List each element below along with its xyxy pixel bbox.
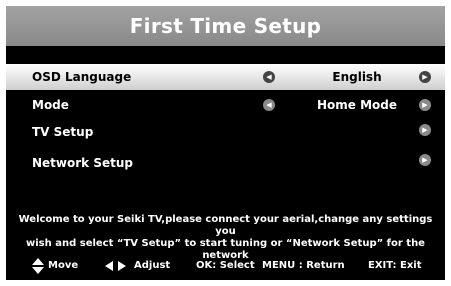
tv-screen: First Time Setup OSD Language ◀ English … (6, 6, 445, 280)
right-circle-arrow-icon[interactable]: ▶ (419, 71, 431, 83)
menu-return-hint: MENU : Return (262, 260, 345, 271)
move-hint: Move (48, 260, 79, 271)
menu-item-label: OSD Language (32, 70, 132, 84)
welcome-line: Welcome to your Seiki TV,please connect … (18, 214, 433, 237)
right-circle-arrow-icon[interactable]: ▶ (419, 124, 431, 136)
menu-item-label: Mode (32, 98, 69, 112)
up-down-arrows-icon (32, 258, 44, 274)
menu-item-tv-setup[interactable]: TV Setup ▶ (6, 119, 445, 145)
left-circle-arrow-icon[interactable]: ◀ (263, 99, 275, 111)
welcome-message: Welcome to your Seiki TV,please connect … (10, 214, 441, 262)
left-right-arrows-icon (105, 261, 129, 271)
left-circle-arrow-icon[interactable]: ◀ (263, 71, 275, 83)
key-hint-bar: Move Adjust OK: Select MENU : Return EXI… (6, 258, 445, 274)
menu-item-label: TV Setup (32, 125, 94, 139)
menu-item-osd-language[interactable]: OSD Language ◀ English ▶ (6, 64, 445, 90)
menu-item-network-setup[interactable]: Network Setup ▶ (6, 150, 445, 176)
adjust-hint: Adjust (134, 260, 171, 271)
ok-select-hint: OK: Select (196, 260, 255, 271)
right-circle-arrow-icon[interactable]: ▶ (419, 99, 431, 111)
menu-item-value: English (332, 70, 382, 84)
menu-item-label: Network Setup (32, 156, 133, 170)
right-circle-arrow-icon[interactable]: ▶ (419, 154, 431, 166)
exit-hint: EXIT: Exit (368, 260, 422, 271)
page-title: First Time Setup (6, 6, 445, 46)
menu-item-value: Home Mode (316, 98, 398, 112)
menu-item-mode[interactable]: Mode ◀ Home Mode ▶ (6, 92, 445, 118)
